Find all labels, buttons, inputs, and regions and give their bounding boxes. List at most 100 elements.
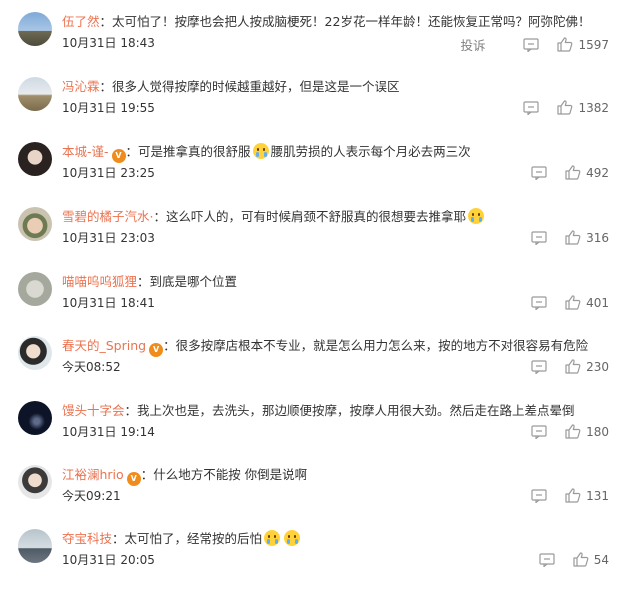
- comment-time: 10月31日 19:55: [62, 101, 155, 115]
- reply-button[interactable]: [523, 37, 540, 52]
- reply-button[interactable]: [531, 359, 547, 374]
- like-button[interactable]: 131: [565, 488, 609, 503]
- avatar[interactable]: [18, 207, 52, 241]
- like-count: 54: [593, 552, 609, 567]
- reply-button[interactable]: [531, 488, 547, 503]
- avatar[interactable]: [18, 465, 52, 499]
- username-link[interactable]: 江裕澜hrio: [62, 467, 124, 482]
- comment-line: 江裕澜hrio V ：什么地方不能按 你倒是说啊: [62, 466, 307, 486]
- like-button[interactable]: 316: [565, 230, 609, 245]
- avatar[interactable]: [18, 272, 52, 306]
- thumbs-up-icon: [565, 230, 581, 245]
- report-button[interactable]: 投诉: [460, 35, 485, 54]
- reply-icon: [531, 359, 547, 374]
- username-link[interactable]: 春天的_Spring: [62, 338, 146, 353]
- username-link[interactable]: 本城-谨-: [62, 144, 109, 159]
- avatar[interactable]: [18, 77, 52, 111]
- thumbs-up-icon: [565, 165, 581, 180]
- separator: ：: [137, 274, 150, 289]
- reply-icon: [523, 37, 540, 52]
- comment-line: 春天的_Spring V ：很多按摩店根本不专业，就是怎么用力怎么来，按的地方不对很…: [62, 337, 588, 357]
- reply-icon: [531, 424, 547, 439]
- separator: ：: [124, 403, 138, 418]
- separator: ：: [99, 79, 113, 94]
- crying-face-icon: [468, 208, 485, 224]
- comment-actions: 180: [513, 424, 609, 439]
- avatar[interactable]: [18, 142, 52, 176]
- comment-text: 太可怕了，经常按的后怕: [124, 531, 263, 546]
- reply-button[interactable]: [531, 295, 547, 310]
- comment-line: 雪碧的橘子汽水·：这么吓人的，可有时候肩颈不舒服真的很想要去推拿耶: [62, 208, 486, 226]
- comment-item: 馒头十字会：我上次也是，去洗头，那边顺便按摩，按摩人用很大劲。然后走在路上差点晕…: [0, 401, 635, 463]
- like-count: 230: [586, 359, 609, 374]
- thumbs-up-icon: [557, 37, 573, 52]
- comment-text: 这么吓人的，可有时候肩颈不舒服真的很想要去推拿耶: [166, 209, 467, 224]
- avatar[interactable]: [18, 401, 52, 435]
- crying-face-icon: [264, 530, 281, 546]
- like-button[interactable]: 1382: [557, 100, 609, 115]
- reply-button[interactable]: [523, 100, 540, 115]
- thumbs-up-icon: [565, 295, 581, 310]
- comment-line: 夺宝科技：太可怕了，经常按的后怕: [62, 530, 302, 548]
- comment-text: 很多按摩店根本不专业，就是怎么用力怎么来，按的地方不对很容易有危险: [175, 338, 589, 353]
- crying-face-icon: [284, 530, 301, 546]
- separator: ：: [153, 209, 166, 224]
- comment-item: 伍了然：太可怕了！按摩也会把人按成脑梗死！22岁花一样年龄！还能恢复正常吗？阿弥…: [0, 12, 635, 74]
- thumbs-up-icon: [565, 359, 581, 374]
- comment-actions: 131: [513, 488, 609, 503]
- separator: ：: [140, 467, 154, 482]
- comment-item: 冯沁霖：很多人觉得按摩的时候越重越好，但是这是一个误区 10月31日 19:55…: [0, 77, 635, 139]
- vip-badge-icon: V: [126, 472, 141, 486]
- like-button[interactable]: 180: [565, 424, 609, 439]
- username-link[interactable]: 雪碧的橘子汽水·: [62, 209, 153, 224]
- reply-button[interactable]: [531, 230, 547, 245]
- like-button[interactable]: 401: [565, 295, 609, 310]
- comment-time: 今天08:52: [62, 360, 121, 374]
- username-link[interactable]: 夺宝科技: [62, 531, 112, 546]
- thumbs-up-icon: [557, 100, 573, 115]
- comment-time: 10月31日 20:05: [62, 553, 155, 567]
- comment-time: 10月31日 18:41: [62, 296, 155, 310]
- separator: ：: [125, 144, 139, 159]
- avatar[interactable]: [18, 336, 52, 370]
- like-button[interactable]: 1597: [557, 37, 609, 52]
- reply-button[interactable]: [531, 165, 547, 180]
- like-count: 180: [586, 424, 609, 439]
- reply-button[interactable]: [539, 552, 555, 567]
- like-count: 316: [586, 230, 609, 245]
- avatar[interactable]: [18, 12, 52, 46]
- comment-actions: 投诉 1597: [460, 35, 609, 54]
- comment-item: 雪碧的橘子汽水·：这么吓人的，可有时候肩颈不舒服真的很想要去推拿耶 10月31日…: [0, 207, 635, 269]
- comment-time: 今天09:21: [62, 489, 121, 503]
- vip-badge-icon: V: [111, 149, 126, 163]
- comment-text-continued: 腰肌劳损的人表示每个月必去两三次: [270, 144, 471, 159]
- like-count: 1382: [578, 100, 609, 115]
- comment-actions: 1382: [505, 100, 609, 115]
- separator: ：: [99, 14, 113, 29]
- thumbs-up-icon: [565, 424, 581, 439]
- username-link[interactable]: 伍了然: [62, 14, 100, 29]
- comment-item: 夺宝科技：太可怕了，经常按的后怕 10月31日 20:05 54: [0, 529, 635, 591]
- comment-actions: 230: [513, 359, 609, 374]
- reply-icon: [531, 230, 547, 245]
- username-link[interactable]: 冯沁霖: [62, 79, 100, 94]
- like-button[interactable]: 230: [565, 359, 609, 374]
- comment-text: 什么地方不能按 你倒是说啊: [153, 467, 308, 482]
- vip-badge-icon: V: [149, 343, 164, 357]
- comment-line: 喵喵呜呜狐狸：到底是哪个位置: [62, 273, 237, 291]
- comment-line: 伍了然：太可怕了！按摩也会把人按成脑梗死！22岁花一样年龄！还能恢复正常吗？阿弥…: [62, 13, 590, 31]
- like-button[interactable]: 492: [565, 165, 609, 180]
- reply-icon: [523, 100, 540, 115]
- reply-button[interactable]: [531, 424, 547, 439]
- thumbs-up-icon: [565, 488, 581, 503]
- comment-actions: 492: [513, 165, 609, 180]
- like-button[interactable]: 54: [573, 552, 609, 567]
- avatar[interactable]: [18, 529, 52, 563]
- comment-text: 我上次也是，去洗头，那边顺便按摩，按摩人用很大劲。然后走在路上差点晕倒: [137, 403, 575, 418]
- thumbs-up-icon: [573, 552, 589, 567]
- comment-time: 10月31日 23:03: [62, 231, 155, 245]
- comment-line: 馒头十字会：我上次也是，去洗头，那边顺便按摩，按摩人用很大劲。然后走在路上差点晕…: [62, 402, 575, 420]
- username-link[interactable]: 馒头十字会: [62, 403, 125, 418]
- username-link[interactable]: 喵喵呜呜狐狸: [62, 274, 137, 289]
- comment-time: 10月31日 19:14: [62, 425, 155, 439]
